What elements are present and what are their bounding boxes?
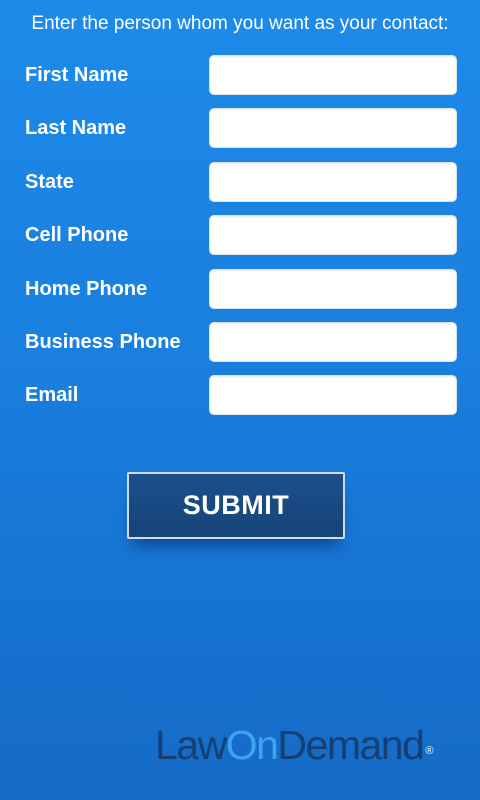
form-row-last-name: Last Name bbox=[0, 108, 480, 148]
logo-text-on: On bbox=[225, 722, 279, 768]
cell-phone-label: Cell Phone bbox=[25, 224, 129, 246]
home-phone-label: Home Phone bbox=[25, 278, 148, 300]
logo-text-demand: Demand bbox=[277, 722, 424, 768]
submit-button[interactable]: SUBMIT bbox=[127, 472, 345, 539]
form-row-state: State bbox=[0, 162, 480, 202]
cell-phone-input[interactable] bbox=[209, 215, 457, 255]
home-phone-input[interactable] bbox=[209, 269, 457, 309]
logo-text-law: Law bbox=[155, 722, 227, 768]
last-name-label: Last Name bbox=[25, 117, 127, 139]
business-phone-label: Business Phone bbox=[25, 331, 181, 353]
form-instruction: Enter the person whom you want as your c… bbox=[31, 13, 449, 34]
form-row-first-name: First Name bbox=[0, 55, 480, 95]
state-input[interactable] bbox=[209, 162, 457, 202]
registered-trademark-icon: ® bbox=[425, 745, 434, 757]
form-row-home-phone: Home Phone bbox=[0, 269, 480, 309]
last-name-input[interactable] bbox=[209, 108, 457, 148]
email-input[interactable] bbox=[209, 375, 457, 415]
first-name-input[interactable] bbox=[209, 55, 457, 95]
law-on-demand-logo: LawOnDemand ® bbox=[155, 720, 467, 770]
form-row-cell-phone: Cell Phone bbox=[0, 215, 480, 255]
business-phone-input[interactable] bbox=[209, 322, 457, 362]
form-row-business-phone: Business Phone bbox=[0, 322, 480, 362]
state-label: State bbox=[25, 171, 74, 193]
form-row-email: Email bbox=[0, 375, 480, 415]
email-label: Email bbox=[25, 384, 79, 406]
first-name-label: First Name bbox=[25, 64, 129, 86]
